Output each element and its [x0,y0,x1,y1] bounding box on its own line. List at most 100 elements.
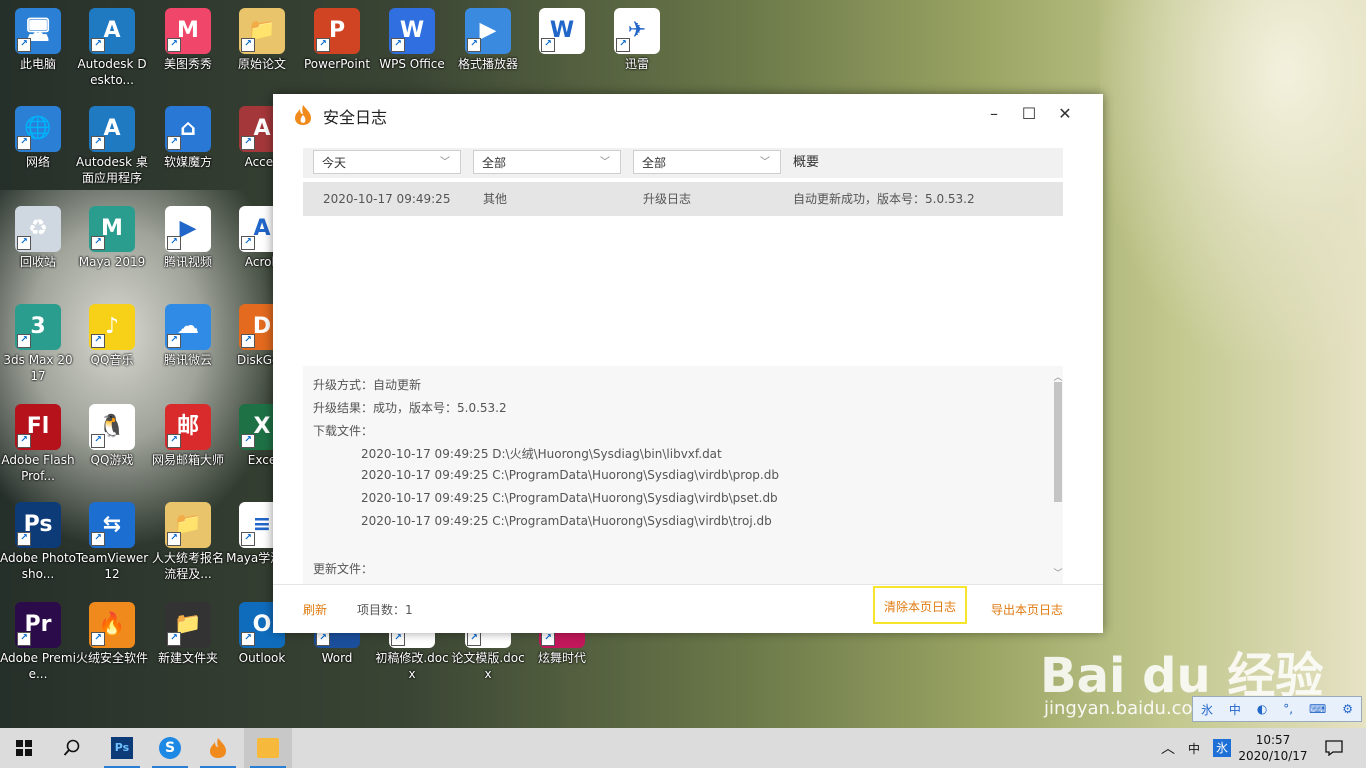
desktop-icon-label: Outlook [238,651,286,665]
search-button[interactable] [48,728,96,768]
shortcut-arrow-icon: ↗ [241,532,255,546]
desktop-icon[interactable]: A ↗ Autodesk Deskto... [74,8,150,88]
detail-panel: 升级方式：自动更新 升级结果：成功，版本号：5.0.53.2 下载文件： 202… [303,366,1063,584]
desktop-icon[interactable]: 🖥 ↗ 此电脑 [0,8,76,72]
table-row[interactable]: 2020-10-17 09:49:25 其他 升级日志 自动更新成功，版本号：5… [303,182,1063,216]
desktop-icon[interactable]: 📁 ↗ 原始论文 [224,8,300,72]
desktop-icon[interactable]: ☁ ↗ 腾讯微云 [150,304,226,368]
category-filter-select[interactable]: 全部 ﹀ [633,150,781,174]
shortcut-arrow-icon: ↗ [17,236,31,250]
desktop-icon[interactable]: P ↗ PowerPoint [299,8,375,72]
shortcut-arrow-icon: ↗ [541,632,555,646]
desktop-icon[interactable]: Ps ↗ Adobe Photosho... [0,502,76,582]
chevron-up-icon: ︿ [1161,741,1175,757]
desktop-icon[interactable]: 3 ↗ 3ds Max 2017 [0,304,76,384]
keyboard-icon[interactable]: ⌨ [1309,702,1326,716]
desktop-icon[interactable]: Fl ↗ Adobe Flash Prof... [0,404,76,484]
type-filter-select[interactable]: 全部 ﹀ [473,150,621,174]
ime-mode-button[interactable]: 氷 [1201,701,1213,718]
desktop-icon[interactable]: ✈ ↗ 迅雷 [599,8,675,72]
desktop-icon[interactable]: ⌂ ↗ 软媒魔方 [150,106,226,170]
detail-update-label: 更新文件： [313,562,374,576]
export-page-log-link[interactable]: 导出本页日志 [991,601,1063,618]
app-icon: 📁 ↗ [165,602,211,648]
scroll-down-icon[interactable]: ﹀ [1053,566,1063,579]
action-center-button[interactable] [1316,728,1352,768]
filter-bar: 今天 ﹀ 全部 ﹀ 全部 ﹀ 概要 [303,148,1063,178]
app-icon: 🐧 ↗ [89,404,135,450]
notification-icon [1325,740,1343,756]
desktop-icon[interactable]: M ↗ Maya 2019 [74,206,150,270]
desktop-icon[interactable]: 🔥 ↗ 火绒安全软件 [74,602,150,666]
desktop-icon-label: 新建文件夹 [157,651,218,665]
security-log-window: 安全日志 – ☐ ✕ 今天 ﹀ 全部 ﹀ 全部 ﹀ 概要 2020-10-17 … [273,94,1103,633]
app-icon: ▶ ↗ [465,8,511,54]
shortcut-arrow-icon: ↗ [17,632,31,646]
taskbar-huorong[interactable] [194,728,242,768]
desktop-icon-label: 回收站 [19,255,56,269]
desktop-icon[interactable]: 📁 ↗ 新建文件夹 [150,602,226,666]
sogou-browser-icon: S [159,737,181,759]
desktop-icon[interactable]: W ↗ [524,8,600,56]
taskbar-notes[interactable] [244,728,292,768]
desktop-icon[interactable]: 📁 ↗ 人大统考报名流程及... [150,502,226,582]
app-icon: Fl ↗ [15,404,61,450]
desktop-icon[interactable]: W ↗ WPS Office [374,8,450,72]
app-icon: W ↗ [539,8,585,54]
desktop-icon-label: Adobe Photosho... [0,551,77,581]
desktop-icon-label: 网易邮箱大师 [151,453,224,467]
desktop-icon[interactable]: ▶ ↗ 腾讯视频 [150,206,226,270]
detail-scrollbar[interactable]: ︿ ﹀ [1053,373,1063,579]
shortcut-arrow-icon: ↗ [241,434,255,448]
refresh-link[interactable]: 刷新 [303,601,327,618]
wallpaper-glow [1100,0,1366,360]
desktop-icon[interactable]: 🌐 ↗ 网络 [0,106,76,170]
taskbar-photoshop[interactable]: Ps [98,728,146,768]
desktop-icon-label: 美图秀秀 [163,57,212,71]
desktop-icon-label: Adobe Flash Prof... [1,453,75,483]
clock[interactable]: 10:57 2020/10/17 [1238,728,1308,768]
punctuation-icon[interactable]: °, [1283,702,1293,716]
desktop-icon-label: 迅雷 [624,57,649,71]
app-icon: M ↗ [165,8,211,54]
desktop-icon-label: 软媒魔方 [163,155,212,169]
windows-logo-icon [16,740,32,756]
desktop-icon[interactable]: Pr ↗ Adobe Premie... [0,602,76,682]
window-titlebar[interactable]: 安全日志 – ☐ ✕ [273,94,1103,134]
shortcut-arrow-icon: ↗ [17,334,31,348]
shortcut-arrow-icon: ↗ [17,434,31,448]
desktop-icon[interactable]: ♪ ↗ QQ音乐 [74,304,150,368]
row-summary: 自动更新成功，版本号：5.0.53.2 [793,192,975,206]
desktop-icon-label: 论文模版.docx [451,651,525,681]
detail-download-label: 下载文件： [313,424,374,438]
desktop-icon[interactable]: A ↗ Autodesk 桌面应用程序 [74,106,150,186]
ime-lang-button[interactable]: 中 [1229,701,1241,718]
type-filter-value: 全部 [482,156,507,170]
start-button[interactable] [0,728,48,768]
desktop-icon[interactable]: ▶ ↗ 格式播放器 [450,8,526,72]
row-category: 升级日志 [643,192,692,206]
desktop-icon-label: TeamViewer 12 [75,551,149,581]
desktop-icon[interactable]: M ↗ 美图秀秀 [150,8,226,72]
ime-tray-button[interactable]: 氷 [1208,728,1236,768]
desktop-icon[interactable]: ⇆ ↗ TeamViewer 12 [74,502,150,582]
close-button[interactable]: ✕ [1050,102,1080,126]
chevron-down-icon: ﹀ [760,157,770,168]
scrollbar-thumb[interactable] [1054,382,1062,502]
desktop-icon[interactable]: 🐧 ↗ QQ游戏 [74,404,150,468]
clear-page-log-button[interactable]: 清除本页日志 [873,586,967,624]
halfwidth-icon[interactable]: ◐ [1257,702,1267,716]
shortcut-arrow-icon: ↗ [391,38,405,52]
maximize-button[interactable]: ☐ [1014,102,1044,126]
desktop-icon[interactable]: 邮 ↗ 网易邮箱大师 [150,404,226,468]
chevron-down-icon: ﹀ [440,157,450,168]
minimize-button[interactable]: – [979,102,1009,126]
ime-language-indicator[interactable]: 中 [1180,728,1208,768]
shortcut-arrow-icon: ↗ [391,632,405,646]
date-filter-select[interactable]: 今天 ﹀ [313,150,461,174]
taskbar-sogou[interactable]: S [146,728,194,768]
huorong-icon [210,738,226,758]
app-icon: 3 ↗ [15,304,61,350]
desktop-icon[interactable]: ♻ ↗ 回收站 [0,206,76,270]
settings-gear-icon[interactable]: ⚙ [1342,702,1353,716]
